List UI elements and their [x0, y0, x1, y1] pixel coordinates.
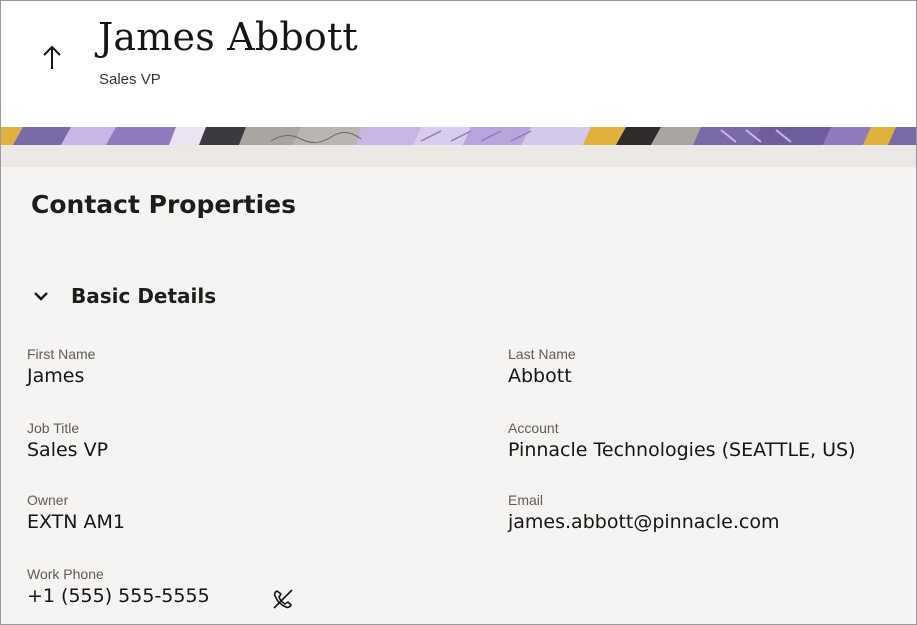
page-header: James Abbott Sales VP: [1, 1, 916, 127]
decorative-banner: [1, 127, 916, 145]
account-field: Account Pinnacle Technologies (SEATTLE, …: [508, 420, 856, 462]
basic-details-toggle[interactable]: Basic Details: [33, 282, 216, 310]
back-button[interactable]: [37, 37, 67, 77]
job-title-field: Job Title Sales VP: [27, 420, 108, 462]
job-title-label: Job Title: [27, 420, 80, 436]
account-value[interactable]: Pinnacle Technologies (SEATTLE, US): [508, 438, 856, 462]
banner-spacer: [1, 145, 916, 167]
first-name-value: James: [27, 365, 85, 387]
phone-off-icon[interactable]: [269, 586, 297, 612]
group-label: Basic Details: [71, 284, 217, 308]
first-name-field: First Name James: [27, 346, 95, 388]
owner-label: Owner: [27, 492, 69, 508]
work-phone-field: Work Phone +1 (555) 555-5555: [27, 566, 210, 608]
last-name-field: Last Name Abbott: [508, 346, 576, 388]
last-name-value: Abbott: [508, 365, 572, 387]
arrow-up-icon: [43, 45, 61, 69]
contact-detail-page: James Abbott Sales VP Contact Properties…: [0, 0, 917, 625]
account-label: Account: [508, 420, 559, 436]
last-name-label: Last Name: [508, 346, 576, 362]
work-phone-label: Work Phone: [27, 566, 104, 582]
work-phone-value[interactable]: +1 (555) 555-5555: [27, 584, 210, 608]
owner-field: Owner EXTN AM1: [27, 492, 125, 534]
email-field: Email james.abbott@pinnacle.com: [508, 492, 779, 534]
owner-value: EXTN AM1: [27, 511, 126, 533]
email-value[interactable]: james.abbott@pinnacle.com: [508, 510, 779, 534]
email-label: Email: [508, 492, 544, 508]
job-title-value: Sales VP: [27, 439, 109, 461]
page-subtitle: Sales VP: [99, 71, 161, 88]
section-title: Contact Properties: [31, 190, 296, 219]
chevron-down-icon: [34, 292, 48, 301]
first-name-label: First Name: [27, 346, 96, 362]
page-title: James Abbott: [98, 15, 358, 59]
